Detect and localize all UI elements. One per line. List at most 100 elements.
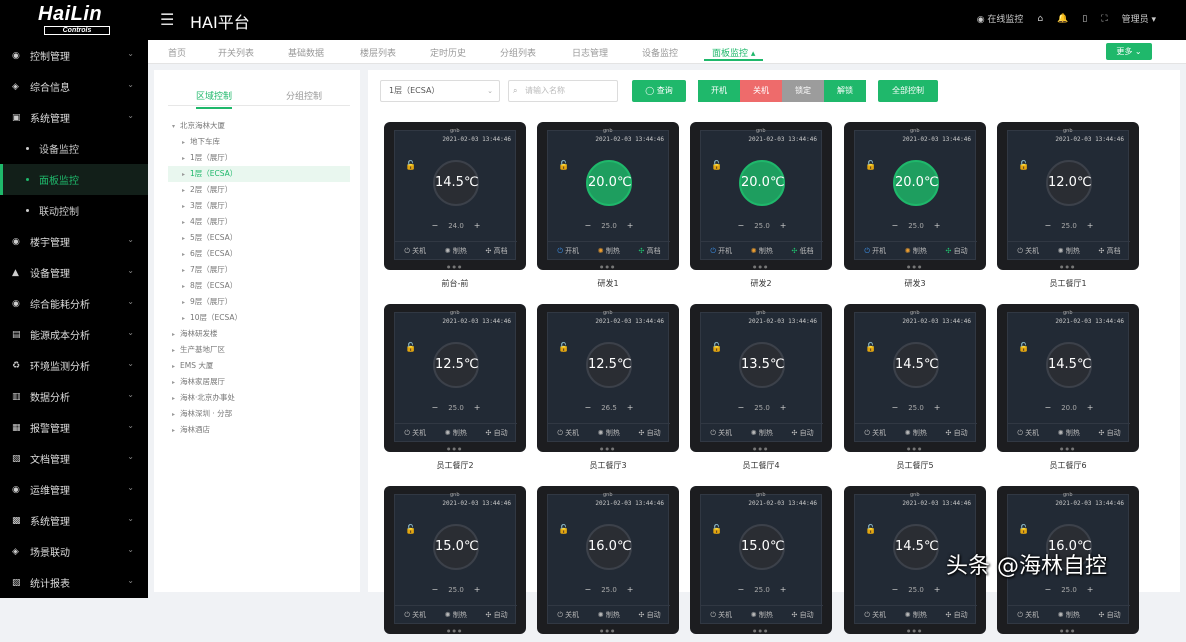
tab-item[interactable]: 分组列表 xyxy=(500,46,536,59)
power-status[interactable]: ⏻ 开机 xyxy=(710,246,732,256)
plus-button[interactable]: + xyxy=(627,221,634,230)
lock-button[interactable]: 锁定 xyxy=(782,80,824,102)
power-status[interactable]: ⏻ 关机 xyxy=(557,428,579,438)
tree-node[interactable]: ▸ 生产基地厂区 xyxy=(168,342,350,358)
tree-toggle-icon[interactable]: ▸ xyxy=(182,183,190,199)
tree-toggle-icon[interactable]: ▸ xyxy=(172,375,180,391)
mode-status[interactable]: ✺ 制热 xyxy=(445,610,467,620)
plus-button[interactable]: + xyxy=(474,221,481,230)
tree-node[interactable]: ▸ 8层（ECSA） xyxy=(168,278,350,294)
thermostat-panel[interactable]: gnb 2021-02-03 13:44:46 🔓 14.5℃ − 25.0 + ⏻ 关机 ✺ … xyxy=(844,304,986,452)
minus-button[interactable]: − xyxy=(585,403,592,412)
tree-node[interactable]: ▸ 10层（ECSA） xyxy=(168,310,350,326)
sidebar-item[interactable]: ▩ 系统管理 ⌄ xyxy=(0,505,148,536)
fan-status[interactable]: ✣ 低档 xyxy=(792,246,814,256)
tab-item[interactable]: 定时历史 xyxy=(430,46,466,59)
tree-toggle-icon[interactable]: ▸ xyxy=(182,231,190,247)
thermostat-card[interactable]: gnb 2021-02-03 13:44:46 🔓 12.0℃ − 25.0 + ⏻ 关机 ✺ … xyxy=(997,122,1139,289)
tab-item[interactable]: 设备监控 xyxy=(642,46,678,59)
lock-icon[interactable]: 🔓 xyxy=(1018,161,1029,171)
thermostat-panel[interactable]: gnb 2021-02-03 13:44:46 🔓 16.0℃ − 25.0 + ⏻ 关机 ✺ … xyxy=(537,486,679,634)
tree-toggle-icon[interactable]: ▸ xyxy=(182,247,190,263)
tree-node[interactable]: ▾ 北京海林大厦 xyxy=(168,118,350,134)
lock-icon[interactable]: 🔓 xyxy=(865,161,876,171)
header-action-1[interactable]: ⌂ xyxy=(1037,14,1043,24)
control-all-button[interactable]: 全部控制 xyxy=(878,80,938,102)
fan-status[interactable]: ✣ 高档 xyxy=(486,246,508,256)
mode-status[interactable]: ✺ 制热 xyxy=(445,428,467,438)
power-off-button[interactable]: 关机 xyxy=(740,80,782,102)
plus-button[interactable]: + xyxy=(780,585,787,594)
power-status[interactable]: ⏻ 关机 xyxy=(1017,246,1039,256)
fan-status[interactable]: ✣ 自动 xyxy=(946,246,968,256)
fan-status[interactable]: ✣ 自动 xyxy=(486,428,508,438)
mode-status[interactable]: ✺ 制热 xyxy=(905,610,927,620)
tab-item[interactable]: 日志管理 xyxy=(572,46,608,59)
minus-button[interactable]: − xyxy=(738,221,745,230)
thermostat-card[interactable]: gnb 2021-02-03 13:44:46 🔓 16.0℃ − 25.0 + ⏻ 关机 ✺ … xyxy=(537,486,679,642)
plus-button[interactable]: + xyxy=(780,403,787,412)
lock-icon[interactable]: 🔓 xyxy=(711,525,722,535)
plus-button[interactable]: + xyxy=(934,221,941,230)
hailin-logo[interactable]: HaiLin Controls xyxy=(38,4,112,36)
tree-node[interactable]: ▸ 5层（ECSA） xyxy=(168,230,350,246)
tree-toggle-icon[interactable]: ▸ xyxy=(172,423,180,439)
minus-button[interactable]: − xyxy=(892,403,899,412)
tree-node[interactable]: ▸ 海林深圳 · 分部 xyxy=(168,406,350,422)
mode-status[interactable]: ✺ 制热 xyxy=(598,428,620,438)
minus-button[interactable]: − xyxy=(432,221,439,230)
header-action-2[interactable]: 🔔 xyxy=(1057,14,1068,24)
tree-node[interactable]: ▸ 4层（展厅） xyxy=(168,214,350,230)
minus-button[interactable]: − xyxy=(892,221,899,230)
menu-toggle-icon[interactable]: ☰ xyxy=(160,10,176,29)
minus-button[interactable]: − xyxy=(892,585,899,594)
tab-group-control[interactable]: 分组控制 xyxy=(286,89,322,102)
tree-node[interactable]: ▸ 1层（ECSA） xyxy=(168,166,350,182)
lock-icon[interactable]: 🔓 xyxy=(405,343,416,353)
lock-icon[interactable]: 🔓 xyxy=(1018,525,1029,535)
power-status[interactable]: ⏻ 关机 xyxy=(404,610,426,620)
mode-status[interactable]: ✺ 制热 xyxy=(445,246,467,256)
tree-node[interactable]: ▸ 2层（展厅） xyxy=(168,182,350,198)
thermostat-panel[interactable]: gnb 2021-02-03 13:44:46 🔓 12.0℃ − 25.0 + ⏻ 关机 ✺ … xyxy=(997,122,1139,270)
thermostat-card[interactable]: gnb 2021-02-03 13:44:46 🔓 14.5℃ − 25.0 + ⏻ 关机 ✺ … xyxy=(844,304,986,471)
power-on-button[interactable]: 开机 xyxy=(698,80,740,102)
tree-toggle-icon[interactable]: ▸ xyxy=(182,311,190,327)
plus-button[interactable]: + xyxy=(1087,585,1094,594)
thermostat-card[interactable]: gnb 2021-02-03 13:44:46 🔓 13.5℃ − 25.0 + ⏻ 关机 ✺ … xyxy=(690,304,832,471)
tree-node[interactable]: ▸ 海林·北京办事处 xyxy=(168,390,350,406)
power-status[interactable]: ⏻ 关机 xyxy=(404,428,426,438)
header-action-0[interactable]: ◉ 在线监控 xyxy=(977,12,1024,25)
plus-button[interactable]: + xyxy=(1087,221,1094,230)
sidebar-subitem[interactable]: 设备监控 xyxy=(0,133,148,164)
plus-button[interactable]: + xyxy=(780,221,787,230)
tree-toggle-icon[interactable]: ▸ xyxy=(182,135,190,151)
power-status[interactable]: ⏻ 关机 xyxy=(710,428,732,438)
tree-toggle-icon[interactable]: ▸ xyxy=(182,199,190,215)
minus-button[interactable]: − xyxy=(585,221,592,230)
lock-icon[interactable]: 🔓 xyxy=(865,343,876,353)
thermostat-card[interactable]: gnb 2021-02-03 13:44:46 🔓 14.5℃ − 20.0 + ⏻ 关机 ✺ … xyxy=(997,304,1139,471)
tree-toggle-icon[interactable]: ▸ xyxy=(182,279,190,295)
tree-node[interactable]: ▸ 1层（展厅） xyxy=(168,150,350,166)
lock-icon[interactable]: 🔓 xyxy=(558,525,569,535)
minus-button[interactable]: − xyxy=(1045,221,1052,230)
plus-button[interactable]: + xyxy=(474,585,481,594)
thermostat-card[interactable]: gnb 2021-02-03 13:44:46 🔓 12.5℃ − 25.0 + ⏻ 关机 ✺ … xyxy=(384,304,526,471)
fan-status[interactable]: ✣ 自动 xyxy=(792,428,814,438)
thermostat-panel[interactable]: gnb 2021-02-03 13:44:46 🔓 15.0℃ − 25.0 + ⏻ 关机 ✺ … xyxy=(384,486,526,634)
tree-toggle-icon[interactable]: ▾ xyxy=(172,119,180,135)
fan-status[interactable]: ✣ 自动 xyxy=(1099,428,1121,438)
minus-button[interactable]: − xyxy=(432,585,439,594)
minus-button[interactable]: − xyxy=(738,403,745,412)
thermostat-panel[interactable]: gnb 2021-02-03 13:44:46 🔓 20.0℃ − 25.0 + ⏻ 开机 ✺ … xyxy=(844,122,986,270)
lock-icon[interactable]: 🔓 xyxy=(711,343,722,353)
floor-select[interactable]: 1层（ECSA） ⌄ xyxy=(380,80,500,102)
tree-node[interactable]: ▸ 地下车库 xyxy=(168,134,350,150)
tab-item[interactable]: 开关列表 xyxy=(218,46,254,59)
tree-toggle-icon[interactable]: ▸ xyxy=(182,151,190,167)
sidebar-item[interactable]: ◉ 楼宇管理 ⌄ xyxy=(0,226,148,257)
tab-area-control[interactable]: 区域控制 xyxy=(196,89,233,109)
mode-status[interactable]: ✺ 制热 xyxy=(751,428,773,438)
lock-icon[interactable]: 🔓 xyxy=(558,343,569,353)
